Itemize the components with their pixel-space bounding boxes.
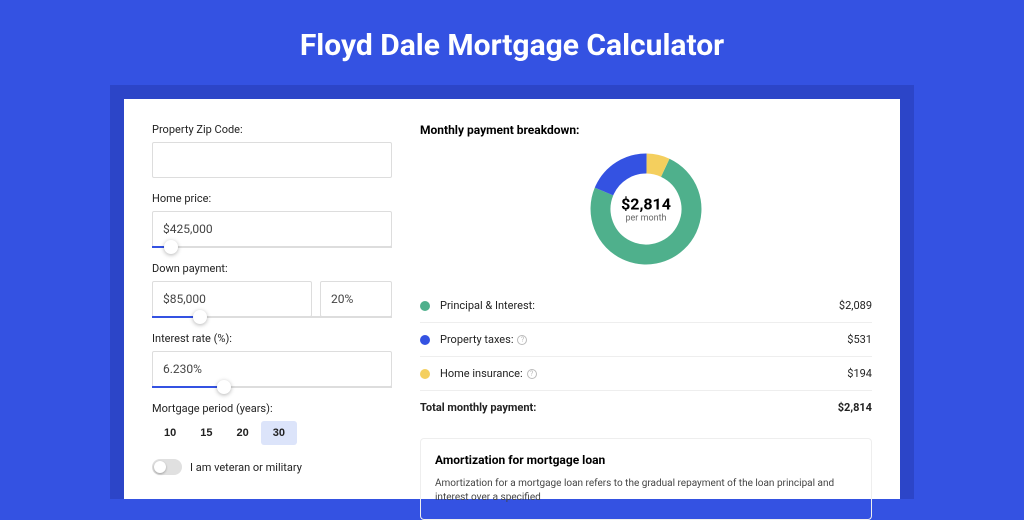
veteran-label: I am veteran or military	[190, 461, 302, 474]
taxes-label: Property taxes: ?	[440, 333, 847, 346]
amortization-title: Amortization for mortgage loan	[435, 453, 857, 467]
rate-input[interactable]: 6.230%	[152, 351, 392, 387]
rate-label: Interest rate (%):	[152, 332, 392, 345]
period-buttons: 10 15 20 30	[152, 421, 392, 445]
info-icon[interactable]: ?	[517, 335, 527, 345]
insurance-value: $194	[847, 367, 872, 380]
rate-slider[interactable]	[152, 386, 392, 388]
toggle-knob	[154, 461, 166, 473]
period-btn-10[interactable]: 10	[152, 421, 188, 445]
rate-slider-thumb[interactable]	[217, 380, 231, 394]
breakdown-row-insurance: Home insurance: ? $194	[420, 357, 872, 391]
principal-label: Principal & Interest:	[440, 299, 839, 312]
zip-label: Property Zip Code:	[152, 123, 392, 136]
dot-yellow	[420, 369, 430, 379]
price-slider[interactable]	[152, 246, 392, 248]
period-btn-15[interactable]: 15	[188, 421, 224, 445]
down-percent-input[interactable]: 20%	[320, 281, 392, 317]
insurance-label: Home insurance: ?	[440, 367, 847, 380]
donut-sub: per month	[621, 214, 671, 224]
principal-value: $2,089	[839, 299, 872, 312]
panel-shadow: Property Zip Code: Home price: $425,000 …	[110, 85, 914, 499]
price-label: Home price:	[152, 192, 392, 205]
amortization-text: Amortization for a mortgage loan refers …	[435, 477, 857, 505]
veteran-toggle[interactable]	[152, 459, 182, 475]
page-title: Floyd Dale Mortgage Calculator	[110, 28, 914, 63]
breakdown-total-row: Total monthly payment: $2,814	[420, 391, 872, 424]
total-value: $2,814	[838, 401, 872, 414]
down-slider-thumb[interactable]	[193, 310, 207, 324]
down-label: Down payment:	[152, 262, 392, 275]
payment-donut-chart: $2,814 per month	[586, 149, 706, 269]
period-label: Mortgage period (years):	[152, 402, 392, 415]
period-btn-30[interactable]: 30	[261, 421, 297, 445]
down-amount-input[interactable]: $85,000	[152, 281, 312, 317]
price-input[interactable]: $425,000	[152, 211, 392, 247]
dot-green	[420, 301, 430, 311]
taxes-value: $531	[847, 333, 872, 346]
price-slider-thumb[interactable]	[164, 240, 178, 254]
breakdown-row-principal: Principal & Interest: $2,089	[420, 289, 872, 323]
period-btn-20[interactable]: 20	[225, 421, 261, 445]
inputs-column: Property Zip Code: Home price: $425,000 …	[152, 123, 392, 499]
amortization-box: Amortization for mortgage loan Amortizat…	[420, 438, 872, 520]
down-slider[interactable]	[152, 316, 392, 318]
zip-input[interactable]	[152, 142, 392, 178]
info-icon[interactable]: ?	[527, 369, 537, 379]
donut-total: $2,814	[621, 195, 671, 214]
breakdown-row-taxes: Property taxes: ? $531	[420, 323, 872, 357]
breakdown-title: Monthly payment breakdown:	[420, 123, 872, 137]
total-label: Total monthly payment:	[420, 401, 838, 414]
calculator-panel: Property Zip Code: Home price: $425,000 …	[124, 99, 900, 499]
breakdown-column: Monthly payment breakdown: $2,814 per mo…	[420, 123, 872, 499]
dot-blue	[420, 335, 430, 345]
